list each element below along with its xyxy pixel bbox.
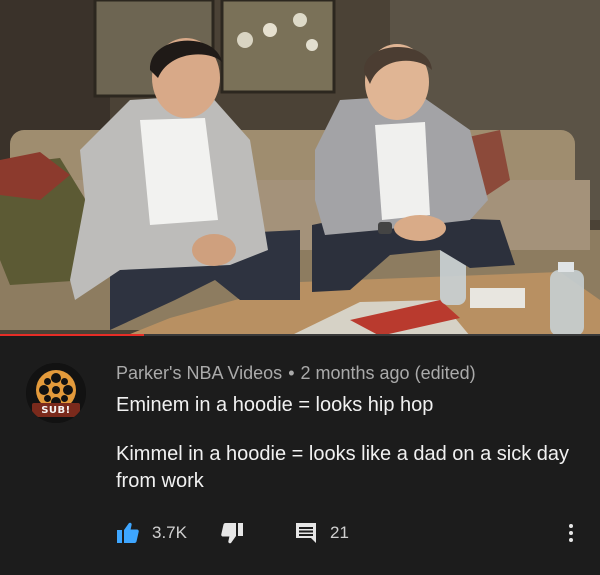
dislike-button[interactable] bbox=[220, 521, 244, 545]
comment-text: Eminem in a hoodie = looks hip hop Kimme… bbox=[116, 392, 576, 495]
more-vert-icon[interactable] bbox=[562, 521, 580, 545]
reply-count: 21 bbox=[330, 523, 349, 542]
comment-author[interactable]: Parker's NBA Videos bbox=[116, 363, 282, 383]
reply-button[interactable]: 21 bbox=[294, 521, 349, 545]
youtube-comment-screenshot: SUB! Parker's NBA Videos • 2 months ago (e… bbox=[0, 0, 600, 575]
video-progress-fill bbox=[0, 334, 144, 336]
comment-line-1: Eminem in a hoodie = looks hip hop bbox=[116, 394, 434, 416]
like-button[interactable]: 3.7K bbox=[116, 521, 187, 545]
comment-actions: 3.7K 21 bbox=[116, 521, 586, 545]
thumbs-up-icon bbox=[117, 522, 139, 543]
video-still bbox=[0, 0, 600, 336]
more-dot bbox=[569, 531, 573, 535]
thumbs-down-icon bbox=[221, 523, 243, 544]
avatar-badge-text: SUB! bbox=[41, 405, 71, 416]
comment-line-2: Kimmel in a hoodie = looks like a dad on… bbox=[116, 443, 570, 492]
comment-meta: Parker's NBA Videos • 2 months ago (edited… bbox=[116, 363, 476, 384]
comment-card: SUB! Parker's NBA Videos • 2 months ago (e… bbox=[0, 337, 600, 575]
meta-separator: • bbox=[288, 363, 295, 383]
more-dot bbox=[569, 524, 573, 528]
comment-timestamp[interactable]: 2 months ago (edited) bbox=[301, 363, 476, 383]
channel-avatar[interactable]: SUB! bbox=[26, 363, 86, 423]
video-progress-bar[interactable] bbox=[0, 334, 600, 336]
more-dot bbox=[569, 538, 573, 542]
video-frame[interactable] bbox=[0, 0, 600, 336]
comment-icon bbox=[296, 523, 316, 543]
like-count: 3.7K bbox=[152, 523, 187, 542]
